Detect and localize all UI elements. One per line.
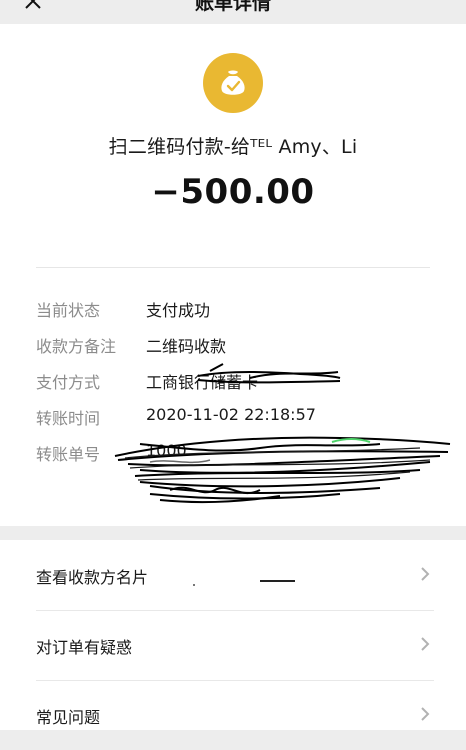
chevron-right-icon bbox=[421, 707, 430, 721]
list-item-order-question[interactable]: 对订单有疑惑 bbox=[0, 610, 466, 680]
transaction-card: 扫二维码付款-给ᵀᴱᴸ Amy、Li −500.00 当前状态 支付成功 收款方… bbox=[0, 24, 466, 526]
detail-value: 二维码收款 bbox=[146, 337, 227, 356]
detail-label: 转账时间 bbox=[36, 409, 101, 428]
detail-row-payee-note: 收款方备注 二维码收款 bbox=[36, 333, 436, 357]
detail-value: 工商银行储蓄卡 bbox=[146, 373, 259, 392]
list-item-faq[interactable]: 常见问题 bbox=[0, 680, 466, 750]
detail-value: 支付成功 bbox=[146, 301, 211, 320]
detail-value: 1000 bbox=[146, 441, 187, 460]
detail-label: 转账单号 bbox=[36, 445, 101, 464]
chevron-right-icon bbox=[421, 567, 430, 581]
stray-mark bbox=[260, 580, 295, 582]
page-title: 账单详情 bbox=[194, 0, 271, 14]
chevron-right-icon bbox=[421, 637, 430, 651]
list-item-label: 查看收款方名片 bbox=[36, 568, 149, 587]
list-item-label: 常见问题 bbox=[36, 708, 101, 727]
list-item-view-payee-card[interactable]: 查看收款方名片 bbox=[0, 540, 466, 610]
payee-avatar bbox=[203, 53, 263, 113]
detail-row-status: 当前状态 支付成功 bbox=[36, 297, 436, 321]
detail-label: 当前状态 bbox=[36, 301, 101, 320]
divider bbox=[36, 267, 430, 268]
detail-value: 2020-11-02 22:18:57 bbox=[146, 405, 316, 424]
amount: −500.00 bbox=[151, 172, 315, 212]
nav-bar: 账单详情 bbox=[0, 0, 466, 24]
detail-row-transfer-time: 转账时间 2020-11-02 22:18:57 bbox=[36, 405, 436, 429]
list-item-label: 对订单有疑惑 bbox=[36, 638, 133, 657]
detail-label: 收款方备注 bbox=[36, 337, 117, 356]
detail-label: 支付方式 bbox=[36, 373, 101, 392]
money-bag-check-icon bbox=[221, 70, 245, 95]
action-list: 查看收款方名片 对订单有疑惑 常见问题 bbox=[0, 540, 466, 730]
detail-row-payment-method: 支付方式 工商银行储蓄卡 bbox=[36, 369, 436, 393]
payee-name: 扫二维码付款-给ᵀᴱᴸ Amy、Li bbox=[108, 136, 358, 158]
stray-dot bbox=[193, 584, 195, 586]
detail-row-transfer-id: 转账单号 1000 bbox=[36, 441, 436, 465]
